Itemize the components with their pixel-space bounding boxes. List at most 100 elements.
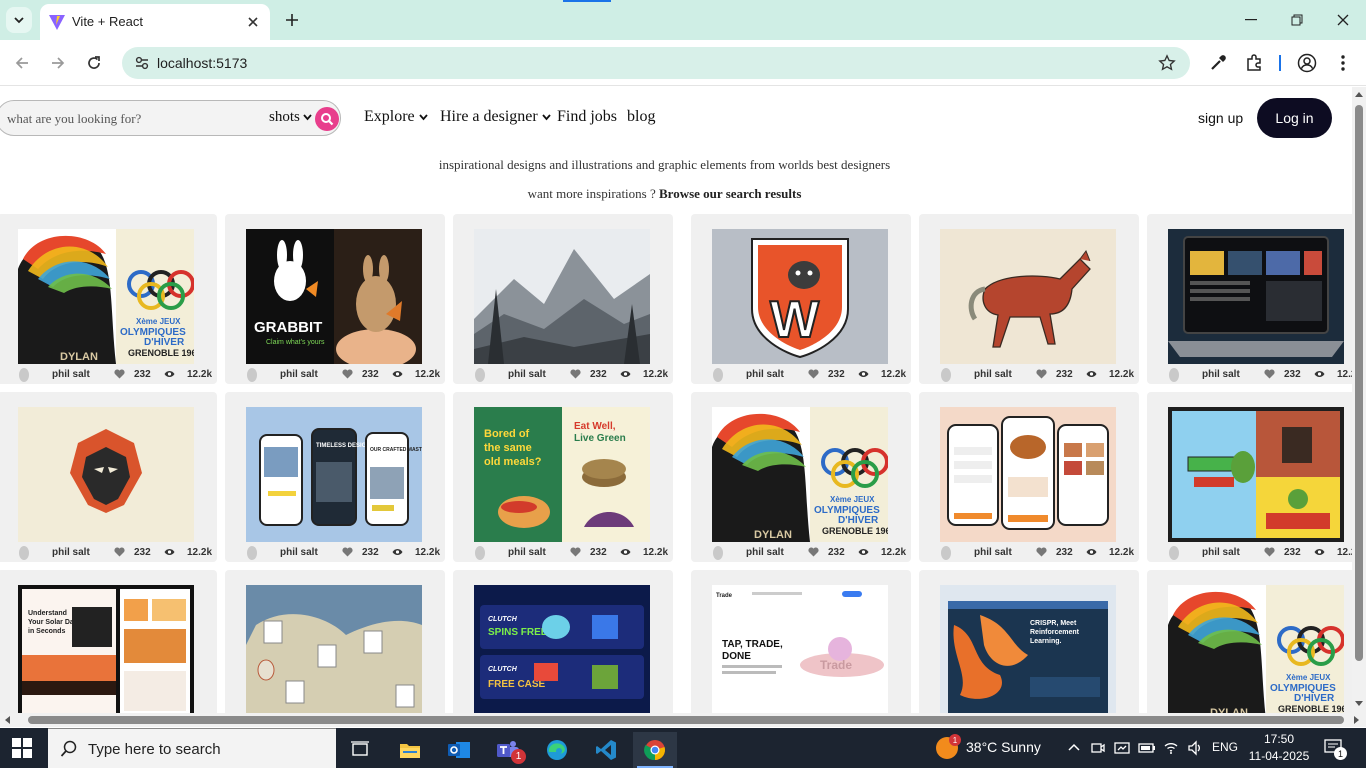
- search-button[interactable]: [315, 107, 339, 131]
- shot-thumbnail[interactable]: DYLAN Xème JEUX OLYMPIQUES D'HIVER GRENO…: [18, 229, 194, 364]
- nav-hire-designer[interactable]: Hire a designer: [440, 108, 551, 126]
- chevron-up-icon[interactable]: [1068, 743, 1080, 751]
- file-explorer-icon[interactable]: [388, 732, 432, 768]
- shot-thumbnail[interactable]: [18, 407, 194, 542]
- address-bar[interactable]: localhost:5173: [122, 47, 1190, 79]
- browse-search-link[interactable]: Browse our search results: [659, 186, 801, 201]
- avatar[interactable]: [247, 546, 257, 560]
- shot-thumbnail[interactable]: Understand Your Solar Data in Seconds: [18, 585, 194, 713]
- heart-icon[interactable]: [570, 369, 581, 379]
- shot-thumbnail[interactable]: [246, 585, 422, 713]
- heart-icon[interactable]: [570, 547, 581, 557]
- shot-card[interactable]: Trade TAP, TRADE, DONE Trade: [691, 570, 911, 713]
- heart-icon[interactable]: [1036, 369, 1047, 379]
- shot-card[interactable]: DYLAN Xème JEUX OLYMPIQUES D'HIVER GRENO…: [1147, 570, 1352, 713]
- edge-icon[interactable]: [535, 732, 579, 768]
- nav-explore[interactable]: Explore: [364, 108, 428, 126]
- shot-card[interactable]: Understand Your Solar Data in Seconds: [0, 570, 217, 713]
- search-scope-select[interactable]: shots: [269, 109, 312, 126]
- avatar[interactable]: [941, 368, 951, 382]
- shot-thumbnail[interactable]: TIMELESS DESIGN OUR CRAFTED MASTERPIECES: [246, 407, 422, 542]
- browser-tab[interactable]: Vite + React: [40, 4, 270, 40]
- scroll-left-arrow-icon[interactable]: [5, 716, 10, 724]
- sign-up-link[interactable]: sign up: [1198, 110, 1243, 126]
- nav-blog[interactable]: blog: [627, 108, 655, 126]
- shot-thumbnail[interactable]: [1168, 229, 1344, 364]
- bookmark-star-icon[interactable]: [1158, 54, 1176, 72]
- heart-icon[interactable]: [1036, 547, 1047, 557]
- wifi-icon[interactable]: [1163, 739, 1179, 755]
- shot-thumbnail[interactable]: [1168, 407, 1344, 542]
- shot-card[interactable]: CLUTCH SPINS FREE CLUTCH FREE CASE: [453, 570, 673, 713]
- profile-icon[interactable]: [1296, 52, 1318, 74]
- shot-thumbnail[interactable]: W: [712, 229, 888, 364]
- author-name[interactable]: phil salt: [746, 547, 784, 558]
- vertical-scroll-thumb[interactable]: [1355, 105, 1363, 661]
- new-tab-icon[interactable]: [281, 9, 303, 31]
- weather-sun-icon[interactable]: 1: [936, 734, 961, 759]
- heart-icon[interactable]: [342, 547, 353, 557]
- clock-time[interactable]: 17:50: [1248, 732, 1310, 746]
- avatar[interactable]: [247, 368, 257, 382]
- clock-date[interactable]: 11-04-2025: [1248, 749, 1310, 763]
- forward-arrow-icon[interactable]: [46, 51, 70, 75]
- vscode-icon[interactable]: [584, 732, 628, 768]
- author-name[interactable]: phil salt: [1202, 369, 1240, 380]
- windows-start-icon[interactable]: [12, 738, 32, 758]
- shot-thumbnail[interactable]: GRABBIT Claim what's yours: [246, 229, 422, 364]
- shot-thumbnail[interactable]: DYLAN Xème JEUX OLYMPIQUES D'HIVER GRENO…: [1168, 585, 1344, 713]
- author-name[interactable]: phil salt: [280, 369, 318, 380]
- shot-card[interactable]: DYLAN Xème JEUX OLYMPIQUES D'HIVER GRENO…: [691, 392, 911, 562]
- chrome-icon[interactable]: [633, 732, 677, 768]
- avatar[interactable]: [713, 368, 723, 382]
- drive-sync-icon[interactable]: [1114, 740, 1130, 756]
- site-info-icon[interactable]: [134, 55, 150, 71]
- author-name[interactable]: phil salt: [508, 547, 546, 558]
- heart-icon[interactable]: [808, 547, 819, 557]
- shot-card[interactable]: phil salt 232 12.2k: [1147, 392, 1352, 562]
- scroll-right-arrow-icon[interactable]: [1354, 716, 1359, 724]
- author-name[interactable]: phil salt: [52, 547, 90, 558]
- shot-card[interactable]: phil salt 232 12.2k: [0, 392, 217, 562]
- restore-icon[interactable]: [1274, 6, 1320, 34]
- shot-thumbnail[interactable]: DYLAN Xème JEUX OLYMPIQUES D'HIVER GRENO…: [712, 407, 888, 542]
- menu-kebab-icon[interactable]: [1332, 52, 1354, 74]
- avatar[interactable]: [713, 546, 723, 560]
- avatar[interactable]: [19, 368, 29, 382]
- eyedropper-extension-icon[interactable]: [1207, 52, 1229, 74]
- shot-card[interactable]: [225, 570, 445, 713]
- author-name[interactable]: phil salt: [280, 547, 318, 558]
- heart-icon[interactable]: [114, 547, 125, 557]
- extensions-puzzle-icon[interactable]: [1243, 52, 1265, 74]
- tab-search-button[interactable]: [6, 7, 32, 33]
- heart-icon[interactable]: [808, 369, 819, 379]
- shot-thumbnail[interactable]: Trade TAP, TRADE, DONE Trade: [712, 585, 888, 713]
- shot-card[interactable]: DYLAN Xème JEUX OLYMPIQUES D'HIVER GRENO…: [0, 214, 217, 384]
- heart-icon[interactable]: [1264, 547, 1275, 557]
- task-view-icon[interactable]: [338, 732, 382, 768]
- language-indicator[interactable]: ENG: [1212, 740, 1238, 754]
- author-name[interactable]: phil salt: [508, 369, 546, 380]
- shot-card[interactable]: phil salt 232 12.2k: [1147, 214, 1352, 384]
- shot-thumbnail[interactable]: CLUTCH SPINS FREE CLUTCH FREE CASE: [474, 585, 650, 713]
- teams-icon[interactable]: 1: [486, 732, 530, 768]
- author-name[interactable]: phil salt: [974, 369, 1012, 380]
- reload-icon[interactable]: [82, 51, 106, 75]
- shot-card[interactable]: CRISPR, Meet Reinforcement Learning.: [919, 570, 1139, 713]
- scroll-up-arrow-icon[interactable]: [1355, 92, 1363, 97]
- avatar[interactable]: [475, 368, 485, 382]
- avatar[interactable]: [475, 546, 485, 560]
- heart-icon[interactable]: [114, 369, 125, 379]
- shot-card[interactable]: phil salt 232 12.2k: [919, 214, 1139, 384]
- avatar[interactable]: [941, 546, 951, 560]
- volume-icon[interactable]: [1187, 740, 1203, 756]
- minimize-icon[interactable]: [1228, 6, 1274, 34]
- avatar[interactable]: [19, 546, 29, 560]
- author-name[interactable]: phil salt: [974, 547, 1012, 558]
- notification-center-icon[interactable]: 1: [1324, 739, 1347, 760]
- battery-icon[interactable]: [1138, 740, 1156, 756]
- horizontal-scroll-thumb[interactable]: [28, 716, 1344, 724]
- shot-card[interactable]: Bored of the same old meals? Eat Well, L…: [453, 392, 673, 562]
- shot-card[interactable]: phil salt 232 12.2k: [919, 392, 1139, 562]
- back-arrow-icon[interactable]: [10, 51, 34, 75]
